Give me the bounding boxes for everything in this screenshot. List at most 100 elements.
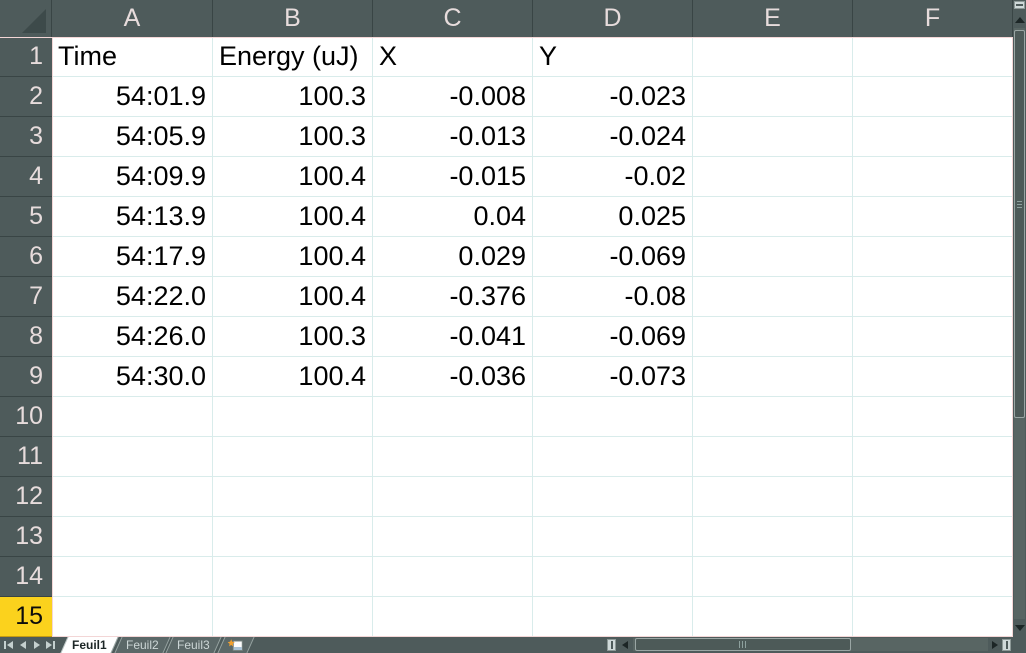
cell-E8[interactable]	[693, 317, 853, 357]
cell-B5[interactable]: 100.4	[213, 197, 373, 237]
tab-scrollbar-split-handle[interactable]	[607, 639, 616, 651]
row-header-2[interactable]: 2	[0, 77, 52, 117]
cell-C13[interactable]	[373, 517, 533, 557]
cell-D8[interactable]: -0.069	[533, 317, 693, 357]
cell-B14[interactable]	[213, 557, 373, 597]
cell-E15[interactable]	[693, 597, 853, 637]
cell-F5[interactable]	[853, 197, 1013, 237]
cell-C1[interactable]: X	[373, 37, 533, 77]
row-header-6[interactable]: 6	[0, 237, 52, 277]
cell-D4[interactable]: -0.02	[533, 157, 693, 197]
cell-A12[interactable]	[52, 477, 213, 517]
cell-C11[interactable]	[373, 437, 533, 477]
row-header-7[interactable]: 7	[0, 277, 52, 317]
cell-E11[interactable]	[693, 437, 853, 477]
cell-B7[interactable]: 100.4	[213, 277, 373, 317]
scroll-right-button[interactable]	[989, 639, 1001, 651]
row-header-10[interactable]: 10	[0, 397, 52, 437]
column-header-D[interactable]: D	[533, 0, 693, 37]
cell-A15[interactable]	[52, 597, 213, 637]
cell-A1[interactable]: Time	[52, 37, 213, 77]
cell-A11[interactable]	[52, 437, 213, 477]
next-sheet-button[interactable]	[31, 639, 42, 651]
sheet-tab-feuil2[interactable]: Feuil2	[114, 637, 170, 653]
cell-B13[interactable]	[213, 517, 373, 557]
cell-E10[interactable]	[693, 397, 853, 437]
row-header-13[interactable]: 13	[0, 517, 52, 557]
row-header-5[interactable]: 5	[0, 197, 52, 237]
cell-A8[interactable]: 54:26.0	[52, 317, 213, 357]
cell-B11[interactable]	[213, 437, 373, 477]
row-header-9[interactable]: 9	[0, 357, 52, 397]
horizontal-split-handle[interactable]	[1002, 639, 1011, 651]
cell-A14[interactable]	[52, 557, 213, 597]
horizontal-scroll-track[interactable]	[633, 638, 988, 651]
cell-F6[interactable]	[853, 237, 1013, 277]
cell-E14[interactable]	[693, 557, 853, 597]
cell-E3[interactable]	[693, 117, 853, 157]
vertical-scroll-thumb[interactable]	[1014, 30, 1025, 418]
cell-D15[interactable]	[533, 597, 693, 637]
scroll-down-button[interactable]	[1013, 620, 1026, 635]
cell-A10[interactable]	[52, 397, 213, 437]
cell-F4[interactable]	[853, 157, 1013, 197]
cell-F12[interactable]	[853, 477, 1013, 517]
cell-D5[interactable]: 0.025	[533, 197, 693, 237]
cell-E2[interactable]	[693, 77, 853, 117]
sheet-tab-feuil1[interactable]: Feuil1	[60, 637, 118, 653]
cell-E13[interactable]	[693, 517, 853, 557]
last-sheet-button[interactable]	[45, 639, 56, 651]
cell-D14[interactable]	[533, 557, 693, 597]
cell-F7[interactable]	[853, 277, 1013, 317]
cell-D9[interactable]: -0.073	[533, 357, 693, 397]
cell-F13[interactable]	[853, 517, 1013, 557]
cell-B8[interactable]: 100.3	[213, 317, 373, 357]
cell-B6[interactable]: 100.4	[213, 237, 373, 277]
horizontal-scroll-thumb[interactable]	[635, 638, 851, 651]
column-header-A[interactable]: A	[52, 0, 213, 37]
cell-E4[interactable]	[693, 157, 853, 197]
sheet-tab-feuil3[interactable]: Feuil3	[166, 637, 222, 653]
cell-A2[interactable]: 54:01.9	[52, 77, 213, 117]
cell-E5[interactable]	[693, 197, 853, 237]
cell-D6[interactable]: -0.069	[533, 237, 693, 277]
column-header-F[interactable]: F	[853, 0, 1013, 37]
cell-A9[interactable]: 54:30.0	[52, 357, 213, 397]
cell-F8[interactable]	[853, 317, 1013, 357]
row-header-15[interactable]: 15	[0, 597, 52, 637]
previous-sheet-button[interactable]	[17, 639, 28, 651]
cell-F3[interactable]	[853, 117, 1013, 157]
cell-A4[interactable]: 54:09.9	[52, 157, 213, 197]
select-all-corner[interactable]	[0, 0, 52, 37]
cell-D13[interactable]	[533, 517, 693, 557]
cell-D1[interactable]: Y	[533, 37, 693, 77]
column-header-E[interactable]: E	[693, 0, 853, 37]
vertical-scrollbar[interactable]	[1013, 0, 1026, 637]
row-header-1[interactable]: 1	[0, 37, 52, 77]
cell-A5[interactable]: 54:13.9	[52, 197, 213, 237]
cell-C12[interactable]	[373, 477, 533, 517]
cell-C8[interactable]: -0.041	[373, 317, 533, 357]
cell-E6[interactable]	[693, 237, 853, 277]
row-header-3[interactable]: 3	[0, 117, 52, 157]
scroll-left-button[interactable]	[619, 639, 631, 651]
cell-E7[interactable]	[693, 277, 853, 317]
vertical-split-handle[interactable]	[1014, 1, 1025, 9]
cell-C4[interactable]: -0.015	[373, 157, 533, 197]
cell-C9[interactable]: -0.036	[373, 357, 533, 397]
cell-D10[interactable]	[533, 397, 693, 437]
cell-F10[interactable]	[853, 397, 1013, 437]
cell-A7[interactable]: 54:22.0	[52, 277, 213, 317]
cell-D3[interactable]: -0.024	[533, 117, 693, 157]
vertical-scroll-track[interactable]	[1014, 28, 1025, 619]
cell-C7[interactable]: -0.376	[373, 277, 533, 317]
cell-B9[interactable]: 100.4	[213, 357, 373, 397]
cell-F11[interactable]	[853, 437, 1013, 477]
cell-B1[interactable]: Energy (uJ)	[213, 37, 373, 77]
column-header-C[interactable]: C	[373, 0, 533, 37]
insert-worksheet-button[interactable]	[218, 637, 255, 653]
cell-D2[interactable]: -0.023	[533, 77, 693, 117]
cell-B2[interactable]: 100.3	[213, 77, 373, 117]
cell-E12[interactable]	[693, 477, 853, 517]
cell-A13[interactable]	[52, 517, 213, 557]
